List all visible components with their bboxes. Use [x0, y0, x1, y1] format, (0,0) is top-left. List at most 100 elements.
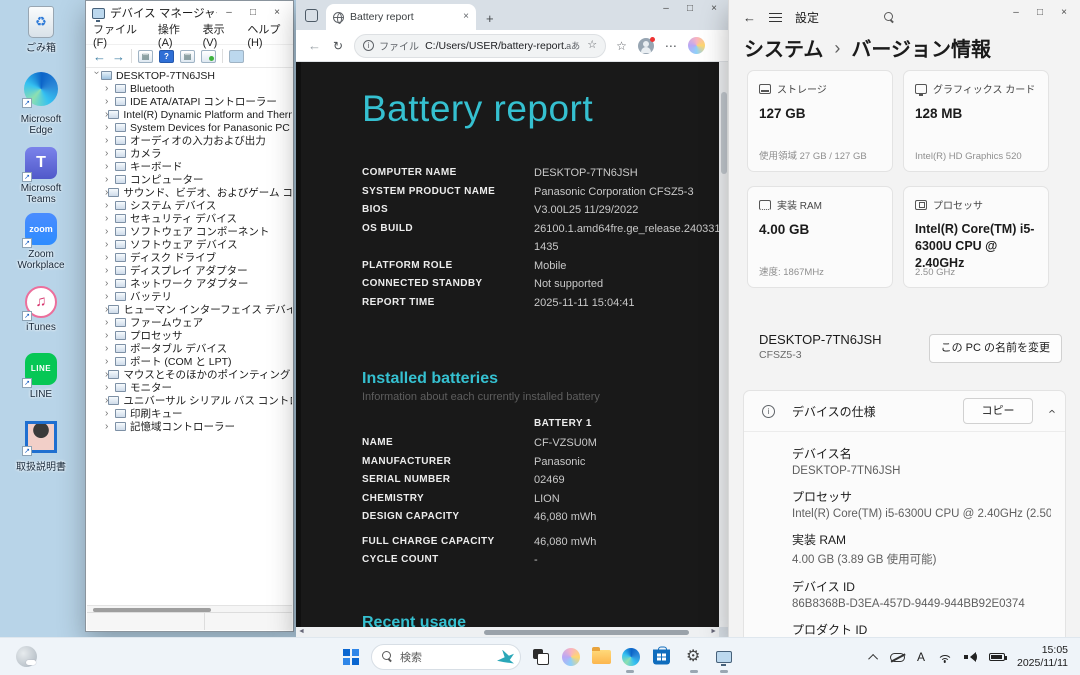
expand-chevron-icon[interactable] [105, 175, 115, 185]
close-button[interactable] [702, 4, 726, 14]
expand-chevron-icon[interactable] [105, 422, 115, 432]
battery-icon[interactable] [989, 653, 1005, 661]
clock[interactable]: 15:05 2025/11/11 [1017, 644, 1068, 670]
desktop-icon-line[interactable]: LINE↗ LINE [10, 352, 72, 400]
page-info-icon[interactable]: i [363, 40, 374, 51]
maximize-button[interactable] [241, 8, 265, 18]
browser-tab[interactable]: Battery report [326, 4, 476, 30]
expand-chevron-icon[interactable] [105, 344, 115, 354]
scan-hardware-changes-icon[interactable] [201, 50, 216, 63]
minimize-button[interactable] [217, 8, 241, 18]
scrollbar-thumb[interactable] [484, 630, 689, 635]
vertical-scrollbar[interactable] [719, 62, 728, 627]
copilot-icon[interactable] [688, 37, 705, 54]
device-category-row[interactable]: Intel(R) Dynamic Platform and Thermal Fr… [87, 108, 292, 121]
taskbar-search[interactable]: 検索 [371, 644, 521, 670]
expand-chevron-icon[interactable] [105, 318, 115, 328]
horizontal-scrollbar[interactable]: ◄ ► [296, 627, 719, 637]
expand-chevron-icon[interactable] [105, 240, 115, 250]
menu-item[interactable]: ヘルプ(H) [247, 21, 293, 49]
wifi-icon[interactable] [937, 652, 952, 663]
expand-chevron-icon[interactable] [105, 253, 115, 263]
maximize-button[interactable] [678, 4, 702, 14]
profile-avatar[interactable] [638, 38, 654, 54]
tree-root-row[interactable]: DESKTOP-7TN6JSH [87, 69, 292, 82]
expand-chevron-icon[interactable] [105, 149, 115, 159]
forward-icon[interactable] [112, 50, 125, 63]
translate-icon[interactable]: aあ [566, 39, 580, 52]
menu-item[interactable]: ファイル(F) [93, 21, 148, 49]
more-menu-icon[interactable] [665, 40, 677, 52]
expand-chevron-icon[interactable] [105, 227, 115, 237]
device-category-row[interactable]: カメラ [87, 147, 292, 160]
collapse-chevron-icon[interactable] [1044, 409, 1057, 413]
desktop-icon-custom[interactable]: ↗ 取扱説明書 [10, 420, 72, 473]
menu-item[interactable]: 表示(V) [203, 21, 238, 49]
device-manager-button[interactable] [716, 651, 732, 663]
expander-header[interactable]: i デバイスの仕様 コピー [744, 391, 1065, 431]
expand-chevron-icon[interactable] [105, 123, 115, 133]
minimize-button[interactable] [654, 4, 678, 14]
device-category-row[interactable]: ファームウェア [87, 316, 292, 329]
favorite-star-icon[interactable] [587, 40, 597, 51]
device-category-row[interactable]: ネットワーク アダプター [87, 277, 292, 290]
device-category-row[interactable]: IDE ATA/ATAPI コントローラー [87, 95, 292, 108]
expand-chevron-icon[interactable] [105, 279, 115, 289]
back-button[interactable] [743, 11, 756, 24]
desktop-icon-itunes[interactable]: ↗ iTunes [10, 285, 72, 333]
close-button[interactable] [1052, 2, 1076, 24]
copilot-button[interactable] [562, 648, 580, 666]
address-bar[interactable]: i ファイル C:/Users/USER/battery-report.html… [354, 34, 606, 58]
settings-button[interactable] [686, 649, 700, 665]
desktop-icon-recycle-bin[interactable]: ごみ箱 [10, 6, 72, 54]
expand-chevron-icon[interactable] [105, 214, 115, 224]
expand-chevron-icon[interactable] [105, 136, 115, 146]
device-monitor-icon[interactable] [229, 50, 244, 63]
search-icon[interactable] [884, 12, 895, 23]
back-icon[interactable] [93, 50, 106, 63]
minimize-button[interactable] [1004, 2, 1028, 24]
new-tab-button[interactable] [486, 12, 494, 25]
tray-chevron-up-icon[interactable] [868, 653, 878, 663]
scrollbar-thumb[interactable] [721, 92, 727, 174]
copy-button[interactable]: コピー [963, 398, 1033, 424]
expand-chevron-icon[interactable] [105, 331, 115, 341]
device-category-row[interactable]: ユニバーサル シリアル バス コントローラー [87, 394, 292, 407]
cloud-slash-icon[interactable] [890, 653, 905, 662]
scroll-left-arrow-icon[interactable]: ◄ [298, 628, 305, 635]
breadcrumb-parent[interactable]: システム [744, 33, 823, 62]
expand-chevron-icon[interactable] [105, 84, 115, 94]
expand-chevron-icon[interactable] [105, 97, 115, 107]
device-category-row[interactable]: 記憶域コントローラー [87, 420, 292, 433]
file-explorer-button[interactable] [592, 650, 611, 664]
help-icon[interactable]: ? [159, 50, 174, 63]
device-category-row[interactable]: オーディオの入力および出力 [87, 134, 292, 147]
desktop-icon-edge[interactable]: ↗ Microsoft Edge [10, 72, 72, 136]
collapse-chevron-icon[interactable] [91, 71, 101, 81]
favorites-bar-icon[interactable] [616, 40, 627, 52]
device-category-row[interactable]: マウスとそのほかのポインティング デバイス [87, 368, 292, 381]
back-button[interactable] [308, 39, 321, 52]
desktop-icon-zoom[interactable]: zoom↗ Zoom Workplace [10, 212, 72, 271]
expand-chevron-icon[interactable] [105, 409, 115, 419]
scroll-right-arrow-icon[interactable]: ► [710, 628, 717, 635]
task-view-button[interactable] [533, 649, 549, 665]
desktop-icon-teams[interactable]: T↗ Microsoft Teams [10, 146, 72, 205]
workspaces-icon[interactable] [305, 9, 318, 22]
hamburger-menu-icon[interactable] [769, 13, 782, 22]
menu-item[interactable]: 操作(A) [158, 21, 193, 49]
expand-chevron-icon[interactable] [105, 357, 115, 367]
expand-chevron-icon[interactable] [105, 266, 115, 276]
expand-chevron-icon[interactable] [105, 383, 115, 393]
edge-button[interactable] [622, 648, 640, 666]
tab-close-icon[interactable] [463, 12, 469, 22]
rename-pc-button[interactable]: この PC の名前を変更 [929, 334, 1062, 363]
ime-mode-indicator[interactable]: A [917, 650, 925, 664]
show-console-tree-icon[interactable]: ▤ [138, 50, 153, 63]
microsoft-store-button[interactable] [653, 649, 670, 664]
expand-chevron-icon[interactable] [105, 292, 115, 302]
expand-chevron-icon[interactable] [105, 201, 115, 211]
widgets-weather-icon[interactable] [16, 646, 37, 667]
properties-icon[interactable]: ▤ [180, 50, 195, 63]
reload-button[interactable] [333, 40, 343, 52]
